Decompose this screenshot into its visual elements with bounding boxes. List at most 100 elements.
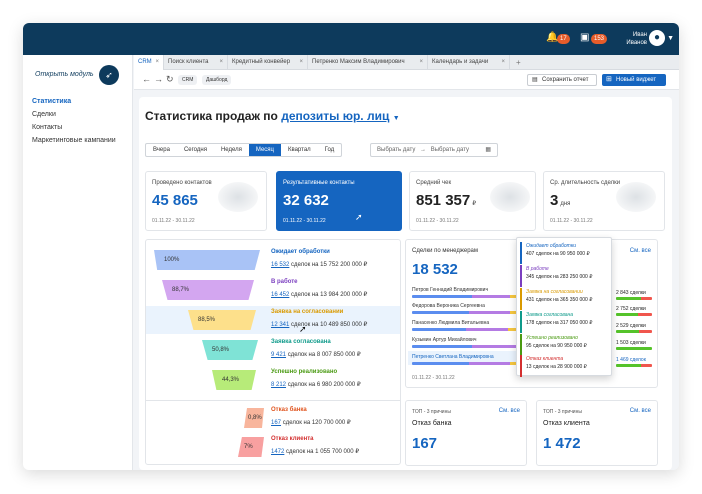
period-quarter[interactable]: Квартал — [281, 144, 318, 156]
funnel-count-link[interactable]: 16 452 — [271, 292, 289, 298]
funnel-bar[interactable]: 100% — [154, 250, 260, 270]
funnel-count-link[interactable]: 167 — [271, 420, 281, 426]
forward-icon[interactable]: → — [154, 74, 163, 84]
period-year[interactable]: Год — [318, 144, 342, 156]
close-icon[interactable]: × — [299, 55, 303, 70]
tab-petrenko[interactable]: Петренко Максим Владимирович × — [308, 55, 428, 70]
tooltip-text: 345 сделок на 283 250 000 ₽ — [526, 274, 593, 280]
open-module-label[interactable]: Открыть модуль — [35, 71, 94, 78]
funnel-bar[interactable]: 7% — [238, 437, 264, 457]
add-tab-icon[interactable]: + — [516, 55, 521, 70]
manager-deal-count: 1 469 сделок — [616, 357, 646, 363]
kpi-label: Средний чек — [416, 180, 452, 186]
user-name[interactable]: Иван Иванов — [626, 31, 647, 47]
funnel-count-link[interactable]: 12 341 — [271, 322, 289, 328]
manager-name[interactable]: Петренко Светлана Владимировна — [412, 354, 494, 360]
kpi-card-avg-check[interactable]: Средний чек 851 357 ₽ 01.11.22 - 30.11.22 — [409, 171, 536, 231]
tooltip-text: 13 сделок на 28 900 000 ₽ — [526, 364, 587, 370]
date-from[interactable]: Выбрать дату — [377, 147, 415, 153]
tab-crm[interactable]: CRM × — [134, 55, 164, 70]
date-to[interactable]: Выбрать дату — [431, 147, 469, 153]
kpi-card-deal-duration[interactable]: Ср. длительность сделки 3 дня 01.11.22 - … — [543, 171, 665, 231]
funnel-count-link[interactable]: 1472 — [271, 449, 284, 455]
period-today[interactable]: Сегодня — [177, 144, 214, 156]
kpi-dates: 01.11.22 - 30.11.22 — [152, 218, 195, 224]
funnel-stage-name[interactable]: В работе — [271, 279, 298, 285]
breadcrumb-crm[interactable]: CRM — [178, 75, 198, 85]
top-reasons-bank[interactable]: ТОП - 3 причины См. все Отказ банка 167 — [405, 400, 527, 466]
manager-name[interactable]: Панасенко Людмила Витальевна — [412, 320, 489, 326]
manager-name[interactable]: Кузьмин Артур Михайлович — [412, 337, 476, 343]
widget-title: Отказ банка — [412, 420, 452, 427]
funnel-count-link[interactable]: 9 421 — [271, 352, 286, 358]
close-icon[interactable]: × — [155, 55, 159, 70]
funnel-amount: сделок на 15 752 200 000 ₽ — [291, 262, 368, 268]
top-reasons-client[interactable]: ТОП - 3 причины См. все Отказ клиента 1 … — [536, 400, 658, 466]
manager-deal-count: 1 503 сделки — [616, 340, 646, 346]
funnel-amount: сделок на 13 984 200 000 ₽ — [291, 292, 368, 298]
date-range-picker[interactable]: Выбрать дату → Выбрать дату ▦ — [370, 143, 498, 157]
manager-mini-bar — [616, 297, 652, 300]
funnel-bar[interactable]: 50,8% — [202, 340, 258, 360]
page-title-text: Статистика продаж по — [145, 109, 278, 123]
funnel-amount: сделок на 6 980 200 000 ₽ — [287, 382, 361, 388]
chevron-down-icon[interactable]: ▼ — [667, 35, 674, 42]
funnel-bar[interactable]: 88,7% — [162, 280, 254, 300]
new-widget-button[interactable]: ⊞ Новый виджет — [602, 74, 666, 86]
sidebar-item-statistics[interactable]: Статистика — [32, 98, 71, 105]
period-month[interactable]: Месяц — [248, 144, 281, 156]
period-yesterday[interactable]: Вчера — [146, 144, 177, 156]
tab-client-search[interactable]: Поиск клиента × — [164, 55, 228, 70]
close-icon[interactable]: × — [501, 55, 505, 70]
funnel-stage-name[interactable]: Заявка согласована — [271, 339, 331, 345]
manager-deal-count: 2 752 сделки — [616, 306, 646, 312]
kpi-label: Проведено контактов — [152, 180, 212, 186]
kpi-card-effective-contacts[interactable]: Результативные контакты 32 632 01.11.22 … — [276, 171, 402, 231]
widget-value: 1 472 — [543, 435, 581, 452]
manager-name[interactable]: Петров Геннадий Владимирович — [412, 287, 488, 293]
funnel-count-link[interactable]: 8 212 — [271, 382, 286, 388]
manager-name[interactable]: Федорова Вероника Сергеевна — [412, 303, 485, 309]
sidebar-item-campaigns[interactable]: Маркетинговые кампании — [32, 137, 116, 144]
breadcrumb-dashboard[interactable]: Дашборд — [202, 75, 232, 85]
tooltip-text: 95 сделок на 90 950 000 ₽ — [526, 343, 587, 349]
save-report-label: Сохранить отчет — [542, 77, 589, 83]
funnel-stage-name[interactable]: Заявка на согласовании — [271, 309, 343, 315]
calendar-icon[interactable]: ▦ — [485, 144, 491, 156]
funnel-bar[interactable]: 88,5% — [188, 310, 256, 330]
funnel-count-link[interactable]: 16 532 — [271, 262, 289, 268]
refresh-icon[interactable]: ↻ — [166, 74, 174, 85]
kpi-card-contacts[interactable]: Проведено контактов 45 865 01.11.22 - 30… — [145, 171, 267, 231]
main-content: Статистика продаж по депозиты юр. лиц ▼ … — [134, 90, 679, 470]
see-all-link[interactable]: См. все — [630, 408, 651, 414]
mouse-cursor-icon: ➚ — [299, 324, 307, 334]
back-icon[interactable]: ← — [142, 74, 151, 84]
new-widget-label: Новый виджет — [616, 77, 657, 83]
close-icon[interactable]: × — [219, 55, 223, 70]
tooltip-title: В работе — [526, 266, 549, 272]
period-week[interactable]: Неделя — [214, 144, 249, 156]
see-all-link[interactable]: См. все — [630, 248, 651, 254]
avatar[interactable]: ● — [649, 30, 665, 46]
tooltip-title: Отказ клиента — [526, 356, 564, 362]
tab-calendar[interactable]: Календарь и задачи × — [428, 55, 510, 70]
funnel-bar[interactable]: 44,3% — [212, 370, 256, 390]
product-selector[interactable]: депозиты юр. лиц — [281, 109, 389, 123]
funnel-stage-name[interactable]: Отказ клиента — [271, 436, 313, 442]
tab-credit-pipeline[interactable]: Кредитный конвейер × — [228, 55, 308, 70]
funnel-stage-name[interactable]: Отказ банка — [271, 407, 307, 413]
kpi-value: 851 357 ₽ — [416, 192, 476, 209]
funnel-stage-name[interactable]: Ожидает обработки — [271, 249, 330, 255]
funnel-bar[interactable]: 0,8% — [244, 408, 264, 428]
app-window: 🔔 17 ▣ 153 Иван Иванов ● ▼ Открыть модул… — [23, 23, 679, 470]
chevron-down-icon[interactable]: ▼ — [393, 115, 400, 122]
close-icon[interactable]: × — [419, 55, 423, 70]
logo-icon[interactable]: ➶ — [99, 65, 119, 85]
funnel-stage-name[interactable]: Успешно реализовано — [271, 369, 337, 375]
user-first-name: Иван — [632, 32, 647, 38]
sidebar-item-deals[interactable]: Сделки — [32, 111, 56, 118]
calendar-icon[interactable]: ▣ — [580, 32, 589, 43]
see-all-link[interactable]: См. все — [499, 408, 520, 414]
sidebar-item-contacts[interactable]: Контакты — [32, 124, 62, 131]
save-report-button[interactable]: ▤ Сохранить отчет — [527, 74, 597, 86]
